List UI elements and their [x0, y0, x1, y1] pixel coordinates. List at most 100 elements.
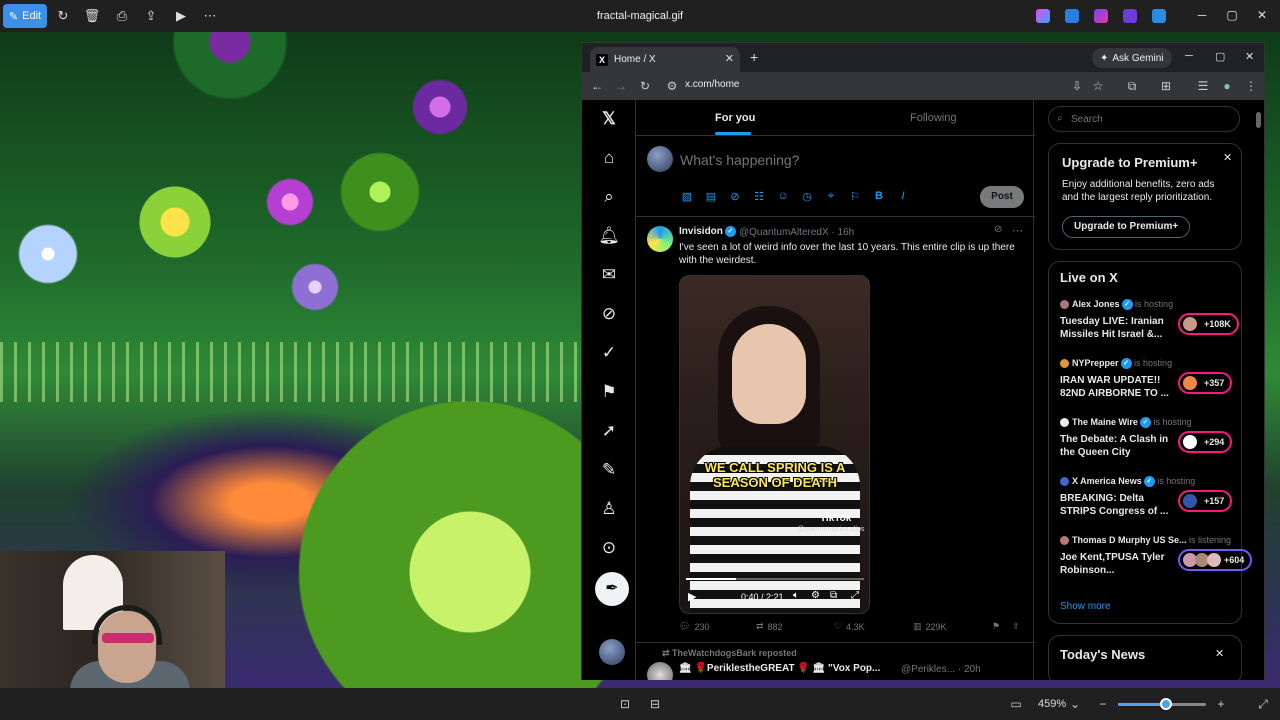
fit-window-icon[interactable]: ▭ — [1009, 697, 1023, 711]
install-app-icon[interactable]: ⇩ — [1070, 79, 1084, 93]
right-scrollbar[interactable] — [1256, 106, 1261, 676]
articles-icon[interactable]: ✎ — [598, 459, 620, 481]
tweet-author-avatar[interactable] — [647, 226, 673, 252]
live-item[interactable]: Alex Jones ✓ is hosting Tuesday LIVE: Ira… — [1060, 299, 1240, 351]
volume-icon[interactable]: 🔈︎ — [793, 590, 799, 601]
tweet-handle-time[interactable]: @QuantumAlteredX · 16h — [739, 227, 854, 238]
copilot-icon[interactable] — [1036, 9, 1050, 23]
gif-icon[interactable]: ▤ — [704, 190, 718, 203]
play-icon[interactable]: ▶ — [688, 590, 696, 603]
schedule-icon[interactable]: ◷ — [800, 190, 814, 203]
tab-home-x[interactable]: X Home / X ✕ — [590, 47, 740, 72]
scrollbar-thumb[interactable] — [1256, 112, 1261, 128]
live-listeners-pill[interactable]: +157 — [1178, 490, 1233, 512]
next-tweet-avatar[interactable] — [647, 662, 673, 680]
live-item[interactable]: X America News ✓ is hosting BREAKING: Del… — [1060, 476, 1240, 528]
like-button[interactable]: ♡ 4.3K — [834, 621, 865, 632]
bookmarks-icon[interactable]: ⚑ — [598, 381, 620, 403]
print-icon[interactable]: ⎙ — [114, 8, 130, 24]
bookmark-icon[interactable]: ⚑ — [992, 621, 1000, 632]
flag-icon[interactable]: ⚐ — [848, 190, 862, 203]
crop-icon[interactable]: ⊟ — [648, 697, 662, 711]
reply-button[interactable]: 💬︎ 230 — [679, 621, 709, 632]
visual-search-icon[interactable]: ⊡ — [618, 697, 632, 711]
live-item[interactable]: The Maine Wire ✓ is hosting The Debate: A… — [1060, 417, 1240, 469]
grok-compose-icon[interactable]: ⊘ — [728, 190, 742, 203]
tweet-author-name[interactable]: Invisidon ✓ — [679, 226, 736, 237]
grok-icon[interactable]: ⊘ — [598, 303, 620, 325]
edit-button[interactable]: ✎ Edit — [3, 4, 47, 28]
forward-icon[interactable]: → — [614, 79, 628, 93]
emoji-icon[interactable]: ☺ — [776, 190, 790, 202]
location-icon[interactable]: ⌖ — [824, 190, 838, 203]
ask-gemini-button[interactable]: ✦ Ask Gemini — [1092, 48, 1172, 68]
poll-icon[interactable]: ☷ — [752, 190, 766, 203]
live-listeners-pill[interactable]: +604 — [1178, 549, 1253, 571]
profile-avatar[interactable]: ● — [1220, 79, 1234, 93]
browser-minimize-icon[interactable]: ─ — [1185, 50, 1193, 62]
bold-icon[interactable]: B — [872, 190, 886, 202]
live-item[interactable]: NYPrepper ✓ is hosting IRAN WAR UPDATE!! … — [1060, 358, 1240, 410]
browser-menu-icon[interactable]: ⋮ — [1244, 79, 1258, 93]
designer-icon[interactable] — [1123, 9, 1137, 23]
close-icon[interactable]: ✕ — [1254, 8, 1270, 24]
site-info-icon[interactable]: ⚙ — [665, 79, 679, 93]
profile-icon[interactable]: ♙ — [598, 498, 620, 520]
messages-envelope-icon[interactable]: ✉ — [598, 264, 620, 286]
search-icon[interactable]: ⌕ — [598, 186, 620, 208]
tab-following[interactable]: Following — [910, 112, 956, 124]
zoom-level[interactable]: 459% — [1038, 698, 1066, 710]
extensions-icon[interactable]: ⧉ — [1125, 79, 1139, 94]
pip-icon[interactable]: ⧉ — [830, 590, 837, 601]
tab-close-icon[interactable]: ✕ — [725, 52, 734, 65]
bookmark-star-icon[interactable]: ☆ — [1091, 79, 1105, 93]
media-icon[interactable]: ▨ — [680, 190, 694, 203]
video-progress-bar[interactable] — [686, 578, 864, 580]
browser-close-icon[interactable]: ✕ — [1245, 50, 1254, 63]
reload-icon[interactable]: ↻ — [638, 79, 652, 93]
zoom-slider-thumb[interactable] — [1160, 698, 1173, 710]
compose-post-button[interactable]: ✒ — [595, 572, 629, 606]
zoom-slider[interactable] — [1118, 698, 1206, 710]
italic-icon[interactable]: I — [896, 190, 910, 202]
verified-orgs-icon[interactable]: ✓ — [598, 342, 620, 364]
zoom-out-icon[interactable]: − — [1096, 697, 1110, 711]
live-listeners-pill[interactable]: +108K — [1178, 313, 1239, 335]
rotate-icon[interactable]: ↻ — [55, 8, 71, 24]
account-avatar[interactable] — [599, 639, 625, 665]
zoom-in-icon[interactable]: + — [1214, 697, 1228, 711]
more-circle-icon[interactable]: ⊙ — [598, 537, 620, 559]
upgrade-premium-button[interactable]: Upgrade to Premium+ — [1062, 216, 1191, 238]
minimize-icon[interactable]: ─ — [1194, 8, 1210, 24]
repost-button[interactable]: ⇄ 882 — [756, 621, 783, 632]
share-icon[interactable]: ⇪ — [143, 8, 159, 24]
premium-rocket-icon[interactable]: ➚ — [598, 420, 620, 442]
next-tweet-author[interactable]: 🏛 🌹PeriklestheGREAT 🌹 🏛 "Vox Pop... — [679, 663, 880, 674]
video-settings-icon[interactable]: ⚙ — [811, 590, 820, 601]
tweet[interactable]: Invisidon ✓ @QuantumAlteredX · 16h ⊘ ⋯ I'… — [636, 218, 1035, 643]
premium-close-icon[interactable]: ✕ — [1223, 151, 1232, 164]
next-tweet-handle-time[interactable]: @Perikles... · 20h — [901, 664, 981, 675]
post-button[interactable]: Post — [980, 186, 1024, 208]
views-button[interactable]: ▥ 229K — [913, 621, 947, 632]
address-bar[interactable]: x.com/home — [685, 79, 739, 90]
share-post-icon[interactable]: ⇪ — [1012, 621, 1020, 632]
reading-list-icon[interactable]: ☰ — [1196, 79, 1210, 93]
fullscreen-icon[interactable]: ⤢ — [1256, 697, 1270, 711]
live-item[interactable]: Thomas D Murphy US Se... is listening Jo… — [1060, 535, 1253, 587]
live-listeners-pill[interactable]: +294 — [1178, 431, 1233, 453]
home-icon[interactable]: ⌂ — [598, 147, 620, 169]
tweet-video[interactable]: WE CALL SPRING IS A SEASON OF DEATH TikT… — [679, 275, 870, 614]
video-fullscreen-icon[interactable]: ⤢ — [851, 590, 859, 601]
show-more-link[interactable]: Show more — [1060, 601, 1111, 612]
back-icon[interactable]: ← — [590, 79, 604, 93]
clipchamp-icon[interactable] — [1094, 9, 1108, 23]
notifications-bell-icon[interactable]: 🔔︎ — [598, 225, 620, 247]
live-listeners-pill[interactable]: +357 — [1178, 372, 1233, 394]
grok-explain-icon[interactable]: ⊘ — [994, 224, 1002, 235]
chevron-down-icon[interactable]: ⌄ — [1068, 697, 1082, 711]
news-close-icon[interactable]: ✕ — [1215, 647, 1224, 660]
next-tweet[interactable]: ⇄ TheWatchdogsBark reposted 🏛 🌹Periklest… — [636, 644, 1035, 680]
app-shortcut-icon[interactable] — [1065, 9, 1079, 23]
delete-icon[interactable]: 🗑 — [84, 8, 101, 24]
